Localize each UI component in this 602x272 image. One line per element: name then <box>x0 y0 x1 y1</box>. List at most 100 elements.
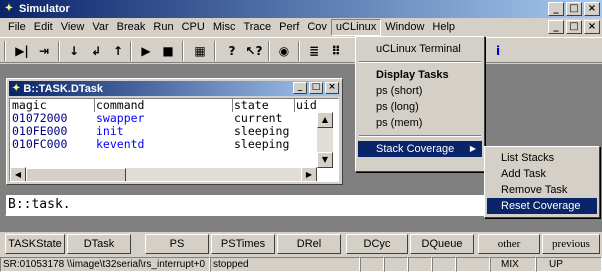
toolbar: ▶| ⇥ ↓ ↲ ↑ ▶ ■ ▦ ? ↖? ◉ ≣ ⠿ i <box>0 37 602 63</box>
task-minimize-button[interactable]: _ <box>293 82 307 94</box>
go-icon[interactable]: ▶ <box>136 41 156 61</box>
toolbar-separator <box>130 41 132 61</box>
scroll-down-button[interactable]: ▼ <box>317 152 333 168</box>
menu-window[interactable]: Window <box>381 19 428 36</box>
status-field <box>384 257 408 272</box>
debug-icon[interactable]: ◉ <box>274 41 294 61</box>
menu-separator <box>359 135 481 137</box>
status-field <box>456 257 490 272</box>
menu-item-stack-coverage-label: Stack Coverage <box>376 143 455 155</box>
menubar: File Edit View Var Break Run CPU Misc Tr… <box>0 18 602 37</box>
list-icon[interactable]: ≣ <box>304 41 324 61</box>
down-icon[interactable]: ↓ <box>64 41 84 61</box>
vertical-scrollbar[interactable]: ▲ ▼ <box>317 112 333 168</box>
pstimes-button[interactable]: PSTimes <box>211 234 275 254</box>
status-state: stopped <box>210 257 360 272</box>
minimize-button[interactable]: _ <box>548 2 564 16</box>
cell-magic: 010FC000 <box>12 137 68 151</box>
help-icon[interactable]: ? <box>222 41 242 61</box>
previous-button[interactable]: previous <box>542 234 600 254</box>
menu-item-ps-short[interactable]: ps (short) <box>358 83 482 99</box>
mdi-restore-button[interactable]: □ <box>566 20 582 34</box>
scroll-up-button[interactable]: ▲ <box>317 112 333 128</box>
status-address: SR:01053178 \\image\t32serial\rs_interru… <box>0 257 210 272</box>
return-icon[interactable]: ↲ <box>86 41 106 61</box>
menu-cov[interactable]: Cov <box>303 19 331 36</box>
task-window[interactable]: ✦ B::TASK.DTask _ □ × magic command stat… <box>6 78 343 185</box>
horizontal-scroll-thumb[interactable] <box>26 168 126 181</box>
toolbar-separator <box>182 41 184 61</box>
stop-icon[interactable]: ■ <box>158 41 178 61</box>
drel-button[interactable]: DRel <box>277 234 341 254</box>
menu-item-ps-mem[interactable]: ps (mem) <box>358 115 482 131</box>
cell-command[interactable]: keventd <box>96 138 224 151</box>
up-icon[interactable]: ↑ <box>108 41 128 61</box>
menu-trace[interactable]: Trace <box>239 19 275 36</box>
task-maximize-button[interactable]: □ <box>309 82 323 94</box>
task-close-button[interactable]: × <box>325 82 339 94</box>
task-window-titlebar[interactable]: ✦ B::TASK.DTask _ □ × <box>9 81 340 96</box>
stack-coverage-submenu: List Stacks Add Task Remove Task Reset C… <box>484 146 600 218</box>
task-window-icon: ✦ <box>12 83 21 94</box>
menu-perf[interactable]: Perf <box>275 19 303 36</box>
task-table: magic command state uid 01072000 swapper… <box>9 98 339 182</box>
menu-item-remove-task[interactable]: Remove Task <box>487 182 597 198</box>
context-help-icon[interactable]: ↖? <box>244 41 264 61</box>
status-field <box>360 257 384 272</box>
toolbar-separator <box>268 41 270 61</box>
maximize-button[interactable]: □ <box>566 2 582 16</box>
status-direction: UP <box>536 257 602 272</box>
function-button-bar: TASKState DTask PS PSTimes DRel DCyc DQu… <box>0 232 602 254</box>
submenu-arrow-icon: ▶ <box>469 144 476 153</box>
status-field <box>432 257 456 272</box>
mdi-close-button[interactable]: × <box>584 20 600 34</box>
menu-cpu[interactable]: CPU <box>178 19 209 36</box>
other-button[interactable]: other <box>478 234 540 254</box>
cell-state: sleeping <box>234 137 290 151</box>
dump-icon[interactable]: ⠿ <box>326 41 346 61</box>
menu-edit[interactable]: Edit <box>30 19 57 36</box>
menu-item-uclinux-terminal[interactable]: uCLinux Terminal <box>358 41 482 57</box>
status-mode: MIX <box>490 257 536 272</box>
menu-item-add-task[interactable]: Add Task <box>487 166 597 182</box>
menu-item-ps-long[interactable]: ps (long) <box>358 99 482 115</box>
horizontal-scrollbar[interactable]: ◀ ▶ <box>10 167 317 181</box>
step-icon[interactable]: ▶| <box>12 41 32 61</box>
window-title: Simulator <box>19 3 70 15</box>
register-icon[interactable]: ▦ <box>190 41 210 61</box>
table-row[interactable]: 010FC000 keventd sleeping <box>10 138 289 151</box>
dqueue-button[interactable]: DQueue <box>410 234 474 254</box>
status-bar: SR:01053178 \\image\t32serial\rs_interru… <box>0 257 602 272</box>
column-header-uid[interactable]: uid <box>296 99 336 112</box>
menu-item-stack-coverage[interactable]: Stack Coverage ▶ <box>358 141 482 157</box>
toolbar-separator <box>58 41 60 61</box>
menu-misc[interactable]: Misc <box>209 19 240 36</box>
menu-item-reset-coverage[interactable]: Reset Coverage <box>487 198 597 214</box>
dtask-button[interactable]: DTask <box>67 234 131 254</box>
dcyc-button[interactable]: DCyc <box>346 234 408 254</box>
task-window-title: B::TASK.DTask <box>23 82 104 95</box>
toolbar-separator <box>214 41 216 61</box>
menu-separator <box>359 61 481 63</box>
mdi-minimize-button[interactable]: _ <box>548 20 564 34</box>
scroll-right-button[interactable]: ▶ <box>301 167 317 181</box>
menu-run[interactable]: Run <box>149 19 177 36</box>
menu-break[interactable]: Break <box>113 19 150 36</box>
close-button[interactable]: × <box>584 2 600 16</box>
menu-view[interactable]: View <box>57 19 89 36</box>
uclinux-menu: uCLinux Terminal Display Tasks ps (short… <box>355 36 485 172</box>
menu-help[interactable]: Help <box>428 19 459 36</box>
ps-button[interactable]: PS <box>145 234 209 254</box>
info-icon[interactable]: i <box>488 41 508 61</box>
taskstate-button[interactable]: TASKState <box>5 234 65 254</box>
menu-item-list-stacks[interactable]: List Stacks <box>487 150 597 166</box>
toolbar-separator <box>298 41 300 61</box>
menu-file[interactable]: File <box>4 19 30 36</box>
menu-uclinux[interactable]: uCLinux <box>330 19 382 36</box>
step-over-icon[interactable]: ⇥ <box>34 41 54 61</box>
scroll-left-button[interactable]: ◀ <box>10 167 26 181</box>
window-titlebar[interactable]: ✦ Simulator _ □ × <box>0 0 602 18</box>
menu-item-display-tasks[interactable]: Display Tasks <box>358 67 482 83</box>
toolbar-separator <box>4 41 6 61</box>
menu-var[interactable]: Var <box>88 19 112 36</box>
